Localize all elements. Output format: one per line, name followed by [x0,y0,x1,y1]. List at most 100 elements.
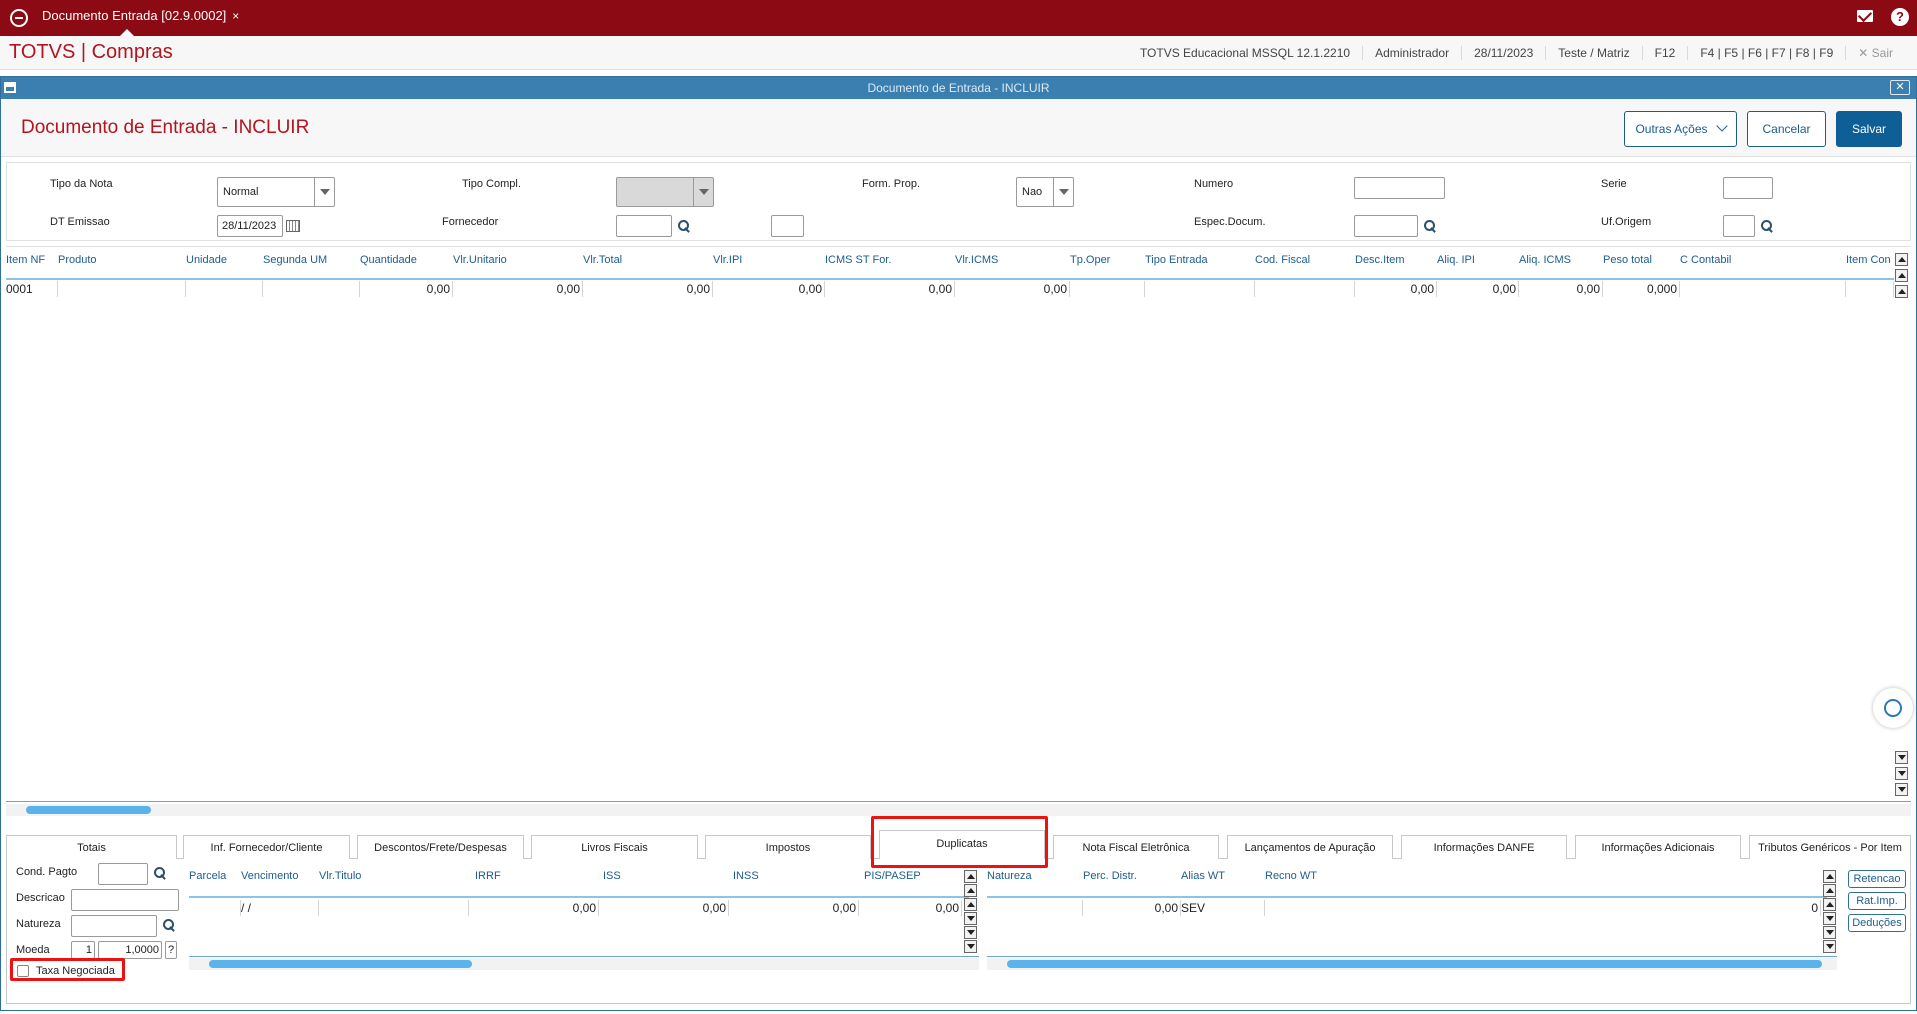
column-header[interactable]: Vlr.Titulo [319,870,361,882]
column-header[interactable]: Desc.Item [1355,254,1405,266]
tab-impostos[interactable]: Impostos [705,835,871,859]
fornecedor-search-icon[interactable] [677,219,691,233]
column-header[interactable]: Aliq. ICMS [1519,254,1571,266]
scroll-thumb[interactable] [26,806,151,814]
user-label[interactable]: Administrador [1362,46,1461,60]
column-header[interactable]: Tipo Entrada [1145,254,1208,266]
column-header[interactable]: ISS [603,870,621,882]
retencao-button[interactable]: Retencao [1848,870,1906,888]
scroll-up-icon[interactable] [1895,285,1908,298]
column-header[interactable]: Segunda UM [263,254,327,266]
column-header[interactable]: Vlr.Unitario [453,254,507,266]
espec-docum-input[interactable] [1354,215,1418,237]
grid-cell[interactable] [319,900,469,916]
function-keys[interactable]: F4 | F5 | F6 | F7 | F8 | F9 [1687,46,1845,60]
grid-cell[interactable]: 0,00 [955,281,1070,297]
grid-cell[interactable]: 0,000 [1603,281,1680,297]
exit-button[interactable]: ✕ Sair [1845,46,1905,60]
column-header[interactable]: ICMS ST For. [825,254,891,266]
grid-cell[interactable]: 0,00 [583,281,713,297]
column-header[interactable]: Produto [58,254,97,266]
column-header[interactable]: Quantidade [360,254,417,266]
grid-cell[interactable] [1255,281,1355,297]
grid-cell[interactable]: 0,00 [1083,900,1181,916]
scroll-bottom-icon[interactable] [1895,783,1908,796]
natureza-input[interactable] [71,915,157,937]
column-header[interactable]: Vlr.Total [583,254,622,266]
column-header[interactable]: C Contabil [1680,254,1731,266]
grid-cell[interactable]: 0 [1265,900,1821,916]
branch-label[interactable]: Teste / Matriz [1545,46,1641,60]
grid-cell[interactable]: 0001 [6,281,58,297]
natureza-horizontal-scrollbar[interactable] [987,958,1837,970]
scroll-bottom-icon[interactable] [964,940,977,953]
help-icon[interactable]: ? [1891,8,1909,26]
scroll-up-icon[interactable] [1823,898,1836,911]
scroll-page-down-icon[interactable] [1823,926,1836,939]
column-header[interactable]: IRRF [475,870,501,882]
uf-origem-input[interactable] [1723,215,1755,237]
grid-cell[interactable]: 0,00 [1437,281,1519,297]
grid-cell[interactable] [263,281,360,297]
grid-cell[interactable]: 0,00 [1355,281,1437,297]
scroll-top-icon[interactable] [1823,870,1836,883]
scroll-top-icon[interactable] [964,870,977,883]
scroll-top-icon[interactable] [1895,253,1908,266]
column-header[interactable]: Natureza [987,870,1032,882]
grid-cell[interactable]: 0,00 [360,281,453,297]
scroll-page-down-icon[interactable] [964,926,977,939]
cancel-button[interactable]: Cancelar [1747,111,1826,147]
f12-key[interactable]: F12 [1641,46,1688,60]
column-header[interactable]: Cod. Fiscal [1255,254,1310,266]
tab-documento-entrada[interactable]: Documento Entrada [02.9.0002] × [34,0,247,36]
tab-lan-amentos-de-apura-o[interactable]: Lançamentos de Apuração [1227,835,1393,859]
rat-imp-button[interactable]: Rat.Imp. [1848,892,1906,910]
chat-assistant-icon[interactable] [1873,688,1913,728]
mail-icon[interactable] [1857,10,1873,22]
column-header[interactable]: INSS [733,870,759,882]
grid-cell[interactable]: 0,00 [825,281,955,297]
grid-cell[interactable]: SEV [1181,900,1265,916]
more-actions-button[interactable]: Outras Ações [1624,111,1737,147]
save-button[interactable]: Salvar [1836,111,1902,147]
descricao-input[interactable] [71,889,179,911]
uf-search-icon[interactable] [1760,219,1774,233]
items-horizontal-scrollbar[interactable] [6,804,1911,816]
grid-cell[interactable]: 0,00 [729,900,859,916]
taxa-input[interactable]: 1,0000 [98,941,162,959]
scroll-up-icon[interactable] [964,898,977,911]
window-close-button[interactable]: ✕ [1890,80,1910,95]
fornecedor-input[interactable] [616,215,672,237]
parcelas-horizontal-scrollbar[interactable] [189,958,979,970]
scroll-page-down-icon[interactable] [1895,767,1908,780]
column-header[interactable]: Item Con [1846,254,1891,266]
tab-livros-fiscais[interactable]: Livros Fiscais [531,835,698,859]
scroll-down-icon[interactable] [1823,912,1836,925]
column-header[interactable]: PIS/PASEP [864,870,921,882]
grid-cell[interactable] [189,900,241,916]
natureza-search-icon[interactable] [162,918,176,932]
grid-cell[interactable] [1846,281,1894,297]
grid-cell[interactable]: 0,00 [469,900,599,916]
tab-informa-es-danfe[interactable]: Informações DANFE [1401,835,1567,859]
grid-cell[interactable] [987,900,1083,916]
tab-informa-es-adicionais[interactable]: Informações Adicionais [1575,835,1741,859]
tab-nota-fiscal-eletr-nica[interactable]: Nota Fiscal Eletrônica [1053,835,1219,859]
tipo-nota-select[interactable]: Normal [217,177,335,207]
scroll-down-icon[interactable] [1895,751,1908,764]
serie-input[interactable] [1723,177,1773,199]
column-header[interactable]: Alias WT [1181,870,1225,882]
totvs-logo-icon[interactable] [10,9,28,27]
scroll-bottom-icon[interactable] [1823,940,1836,953]
tab-close-icon[interactable]: × [232,9,239,23]
moeda-help-button[interactable]: ? [165,941,177,959]
dt-emissao-input[interactable]: 28/11/2023 [217,215,283,237]
column-header[interactable]: Perc. Distr. [1083,870,1137,882]
scroll-page-up-icon[interactable] [964,884,977,897]
column-header[interactable]: Vencimento [241,870,298,882]
tab-inf-fornecedor-cliente[interactable]: Inf. Fornecedor/Cliente [183,835,350,859]
column-header[interactable]: Recno WT [1265,870,1317,882]
deducoes-button[interactable]: Deduções [1848,914,1906,932]
scroll-thumb[interactable] [1007,960,1822,968]
tab-descontos-frete-despesas[interactable]: Descontos/Frete/Despesas [357,835,524,859]
